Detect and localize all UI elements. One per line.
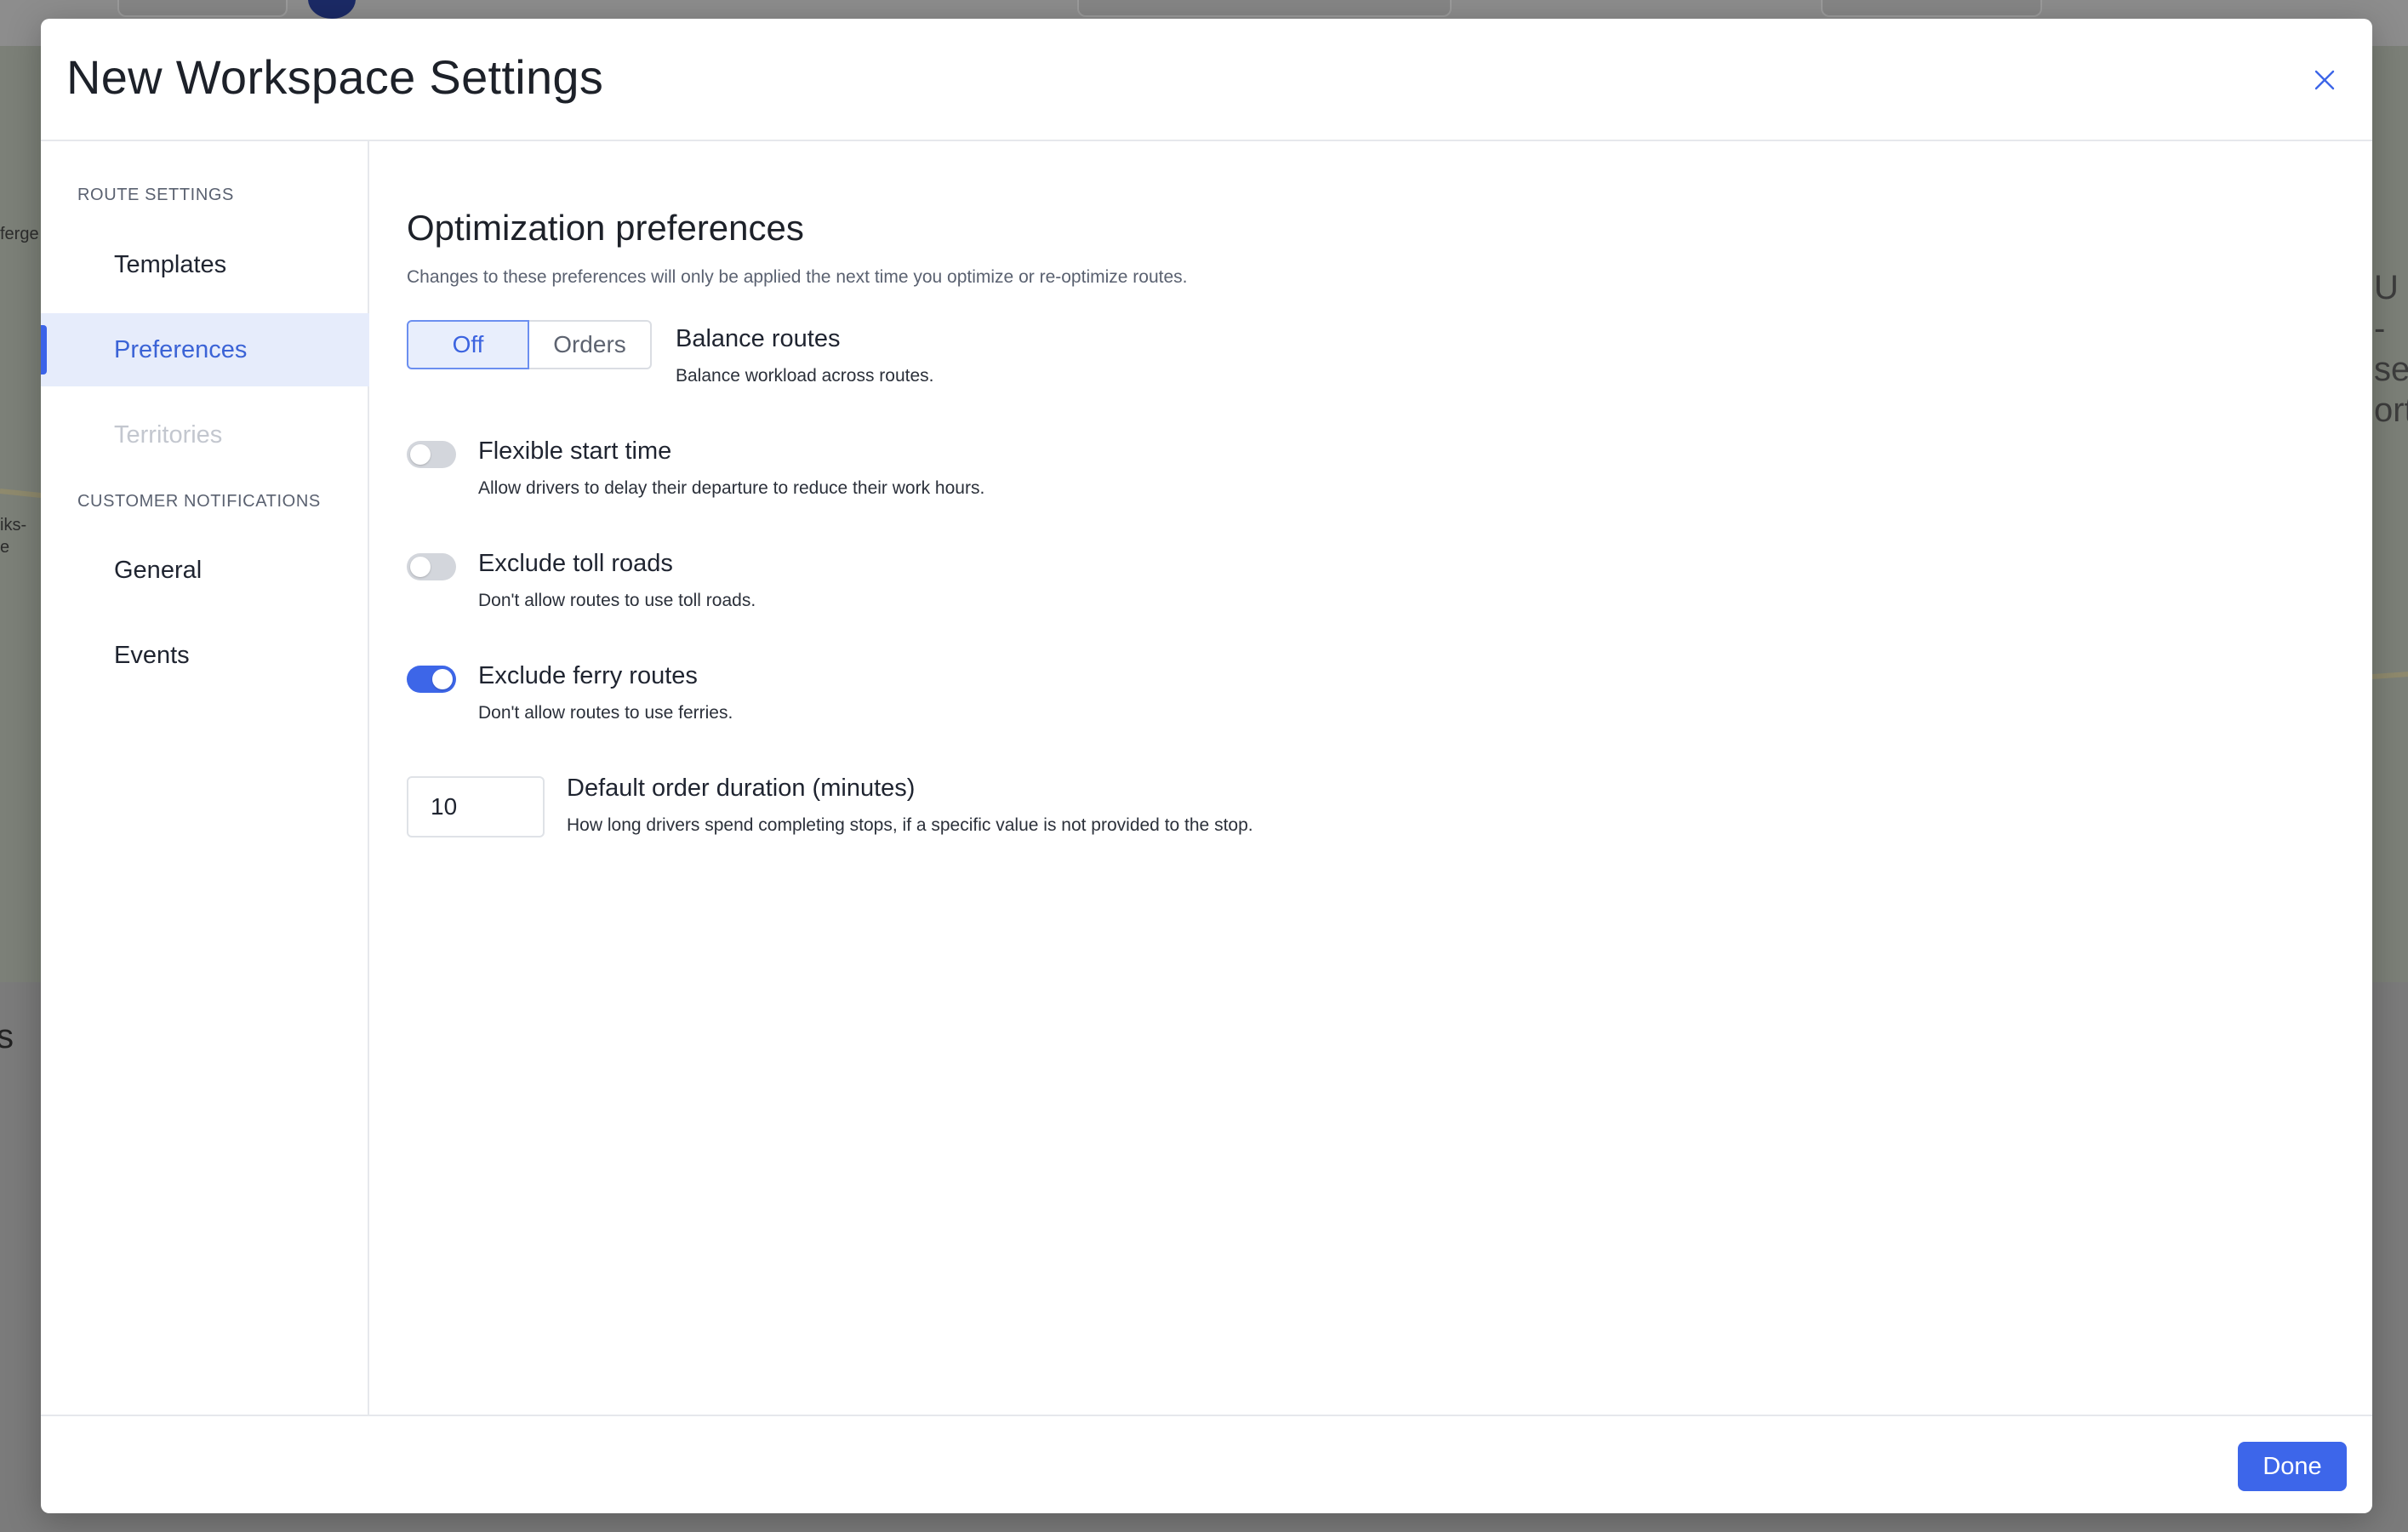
exclude-toll-roads-title: Exclude toll roads (478, 550, 673, 577)
map-label: iks- (0, 516, 27, 534)
toggle-knob (410, 444, 431, 465)
modal-title: New Workspace Settings (66, 50, 604, 104)
modal-header: New Workspace Settings (41, 19, 2372, 141)
sidebar-item-territories: Territories (114, 420, 223, 449)
map-label: ferge (0, 225, 39, 243)
toggle-knob (432, 669, 453, 689)
sidebar-item-templates[interactable]: Templates (41, 228, 369, 301)
preferences-content: Optimization preferences Changes to thes… (371, 141, 2372, 1415)
map-label: e (0, 538, 10, 557)
map-right-text: U - sel ort (2374, 267, 2408, 431)
map-right-line: U - (2374, 269, 2399, 347)
exclude-toll-roads-description: Don't allow routes to use toll roads. (478, 591, 756, 610)
flexible-start-time-toggle[interactable] (407, 441, 456, 468)
modal-footer: Done (41, 1415, 2372, 1513)
exclude-toll-roads-toggle[interactable] (407, 553, 456, 580)
section-title: Optimization preferences (407, 208, 804, 248)
balance-option-off[interactable]: Off (407, 320, 529, 369)
background-lower-text: s (0, 1018, 14, 1055)
balance-option-orders[interactable]: Orders (529, 320, 652, 369)
map-right-line: sel (2374, 351, 2408, 388)
flexible-start-time-description: Allow drivers to delay their departure t… (478, 478, 985, 498)
done-button[interactable]: Done (2238, 1442, 2347, 1491)
balance-routes-description: Balance workload across routes. (676, 366, 934, 386)
section-description: Changes to these preferences will only b… (407, 267, 1188, 287)
sidebar-item-general[interactable]: General (41, 534, 369, 607)
close-button[interactable] (2308, 63, 2342, 97)
background-controls (1821, 0, 2042, 17)
default-order-duration-description: How long drivers spend completing stops,… (567, 815, 1253, 835)
close-icon (2314, 70, 2335, 90)
sidebar-item-preferences[interactable]: Preferences (41, 313, 369, 386)
balance-routes-title: Balance routes (676, 325, 841, 352)
default-order-duration-input[interactable] (407, 776, 545, 837)
exclude-ferry-routes-title: Exclude ferry routes (478, 662, 698, 689)
exclude-ferry-routes-description: Don't allow routes to use ferries. (478, 703, 733, 723)
map-right-line: ort (2374, 392, 2408, 429)
balance-routes-segmented-control: Off Orders (407, 320, 652, 369)
background-search (117, 0, 288, 17)
flexible-start-time-title: Flexible start time (478, 437, 672, 465)
sidebar-section-customer-notifications: CUSTOMER NOTIFICATIONS (77, 492, 321, 511)
background-toolbar (1077, 0, 1452, 17)
settings-sidebar: ROUTE SETTINGS Templates Preferences Ter… (41, 141, 369, 1415)
default-order-duration-title: Default order duration (minutes) (567, 775, 916, 802)
sidebar-section-route-settings: ROUTE SETTINGS (77, 186, 234, 204)
workspace-settings-modal: New Workspace Settings ROUTE SETTINGS Te… (41, 19, 2372, 1513)
exclude-ferry-routes-toggle[interactable] (407, 666, 456, 693)
sidebar-item-events[interactable]: Events (41, 619, 369, 692)
toggle-knob (410, 557, 431, 577)
